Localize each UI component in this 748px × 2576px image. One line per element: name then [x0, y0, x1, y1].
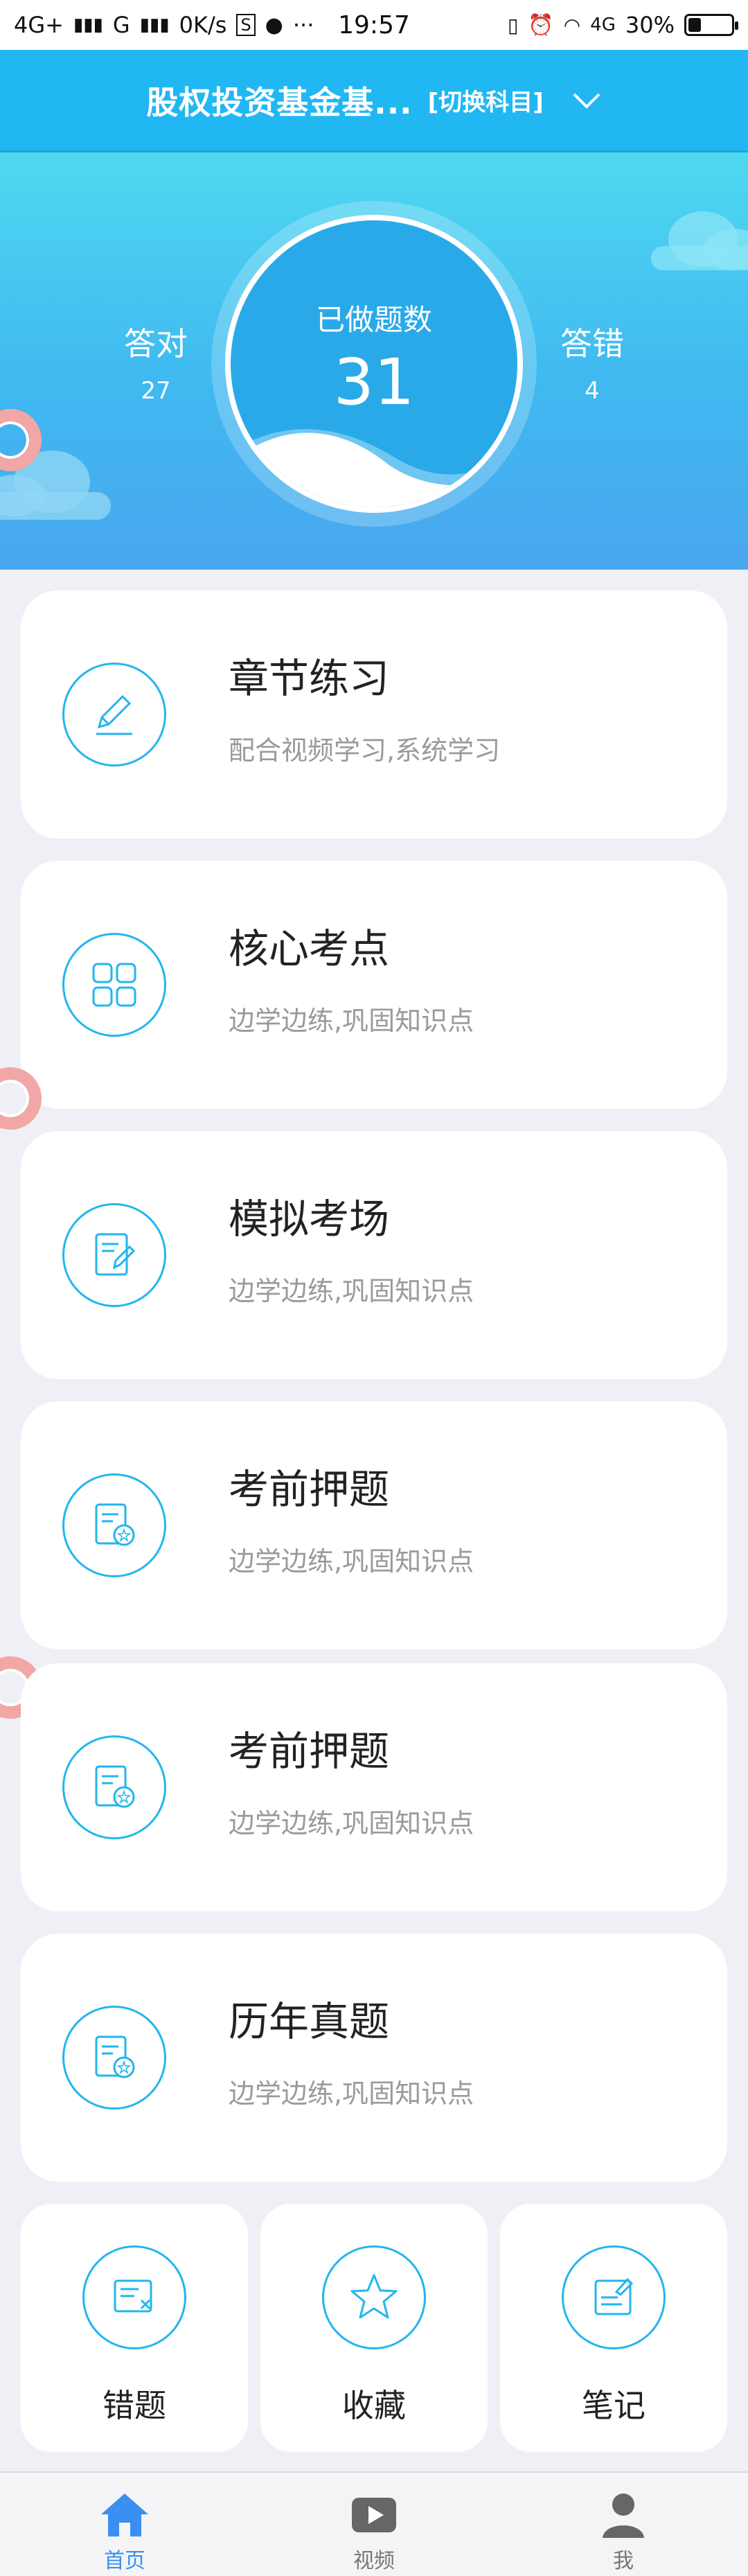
chevron-down-icon[interactable]: [571, 85, 602, 116]
vibrate-icon: ▯: [507, 13, 519, 37]
module-title: 考前押题: [229, 1728, 390, 1775]
wifi-icon: ◠: [563, 13, 581, 37]
battery-icon: [684, 14, 738, 36]
network-4g-right: 4G: [590, 15, 616, 35]
app-s-icon: S: [236, 14, 256, 36]
module-card-pre-exam-questions-2[interactable]: 考前押题 边学边练,巩固知识点: [21, 1663, 727, 1911]
more-dots: ···: [292, 12, 314, 38]
progress-hero: 答对 27 已做题数 31 答错 4: [0, 152, 748, 570]
qq-icon: ●: [265, 12, 283, 37]
status-right: ▯ ⏰ ◠ 4G 30%: [507, 12, 738, 38]
module-subtitle: 配合视频学习,系统学习: [229, 735, 501, 766]
status-bar: 4G+ ▮▮▮ G ▮▮▮ 0K/s S ● ··· 19:57 ▯ ⏰ ◠ 4…: [0, 0, 748, 50]
network-g: G: [112, 12, 130, 38]
module-card-chapter-practice[interactable]: 章节练习 配合视频学习,系统学习: [21, 590, 727, 839]
correct-stat: 答对 27: [87, 319, 225, 405]
battery-percent: 30%: [625, 12, 675, 38]
network-4g-plus: 4G+: [14, 12, 64, 38]
tab-label: 我: [613, 2549, 634, 2573]
battery-fill: [688, 18, 701, 32]
wrong-stat: 答错 4: [523, 319, 661, 405]
edit-doc-icon: [62, 1203, 166, 1307]
module-subtitle: 边学边练,巩固知识点: [229, 2078, 474, 2109]
cloud-decoration: [651, 211, 748, 270]
correct-label: 答对: [124, 325, 188, 362]
module-card-pre-exam-questions[interactable]: 考前押题 边学边练,巩固知识点: [21, 1401, 727, 1649]
grid-icon: [62, 933, 166, 1037]
module-card-past-exams[interactable]: 历年真题 边学边练,巩固知识点: [21, 1934, 727, 2182]
doc-badge-icon: [62, 1735, 166, 1839]
signal-bars-icon: ▮▮▮: [73, 15, 103, 35]
favorites-button[interactable]: 收藏: [260, 2204, 488, 2452]
done-label: 已做题数: [315, 303, 432, 337]
alarm-icon: ⏰: [528, 12, 554, 37]
module-subtitle: 边学边练,巩固知识点: [229, 1276, 474, 1306]
home-icon: [101, 2494, 148, 2536]
status-left: 4G+ ▮▮▮ G ▮▮▮ 0K/s S ● ···: [14, 12, 314, 38]
module-title: 历年真题: [229, 1998, 390, 2045]
wrong-doc-icon: [82, 2245, 186, 2349]
doc-badge-icon: [62, 2006, 166, 2110]
tab-home[interactable]: 首页: [0, 2473, 249, 2576]
progress-ring: 已做题数 31: [225, 215, 523, 513]
doc-badge-icon: [62, 1473, 166, 1577]
module-card-core-points[interactable]: 核心考点 边学边练,巩固知识点: [21, 861, 727, 1109]
tab-video[interactable]: 视频: [249, 2473, 499, 2576]
correct-value: 27: [141, 377, 171, 405]
signal-bars-icon: ▮▮▮: [139, 15, 170, 35]
tile-label: 笔记: [582, 2387, 645, 2424]
pencil-icon: [62, 663, 166, 766]
module-subtitle: 边学边练,巩固知识点: [229, 1006, 474, 1036]
wrong-questions-button[interactable]: 错题: [21, 2204, 248, 2452]
module-title: 模拟考场: [229, 1195, 390, 1243]
subject-title: 股权投资基金基...: [146, 83, 413, 121]
tile-label: 收藏: [342, 2387, 406, 2424]
module-title: 章节练习: [229, 655, 390, 702]
user-icon: [603, 2494, 644, 2538]
module-subtitle: 边学边练,巩固知识点: [229, 1808, 474, 1839]
module-subtitle: 边学边练,巩固知识点: [229, 1546, 474, 1577]
wrong-label: 答错: [560, 325, 624, 362]
tab-label: 视频: [353, 2549, 395, 2573]
net-speed: 0K/s: [179, 12, 227, 38]
note-icon: [562, 2245, 666, 2349]
tab-me[interactable]: 我: [499, 2473, 748, 2576]
tab-label: 首页: [104, 2549, 145, 2573]
wrong-value: 4: [585, 377, 600, 405]
module-title: 考前押题: [229, 1466, 390, 1513]
star-icon: [322, 2245, 426, 2349]
video-icon: [352, 2498, 396, 2532]
tile-label: 错题: [103, 2387, 166, 2424]
switch-subject-link[interactable]: [切换科目]: [428, 83, 544, 117]
bottom-tab-bar: 首页 视频 我: [0, 2471, 748, 2576]
notes-button[interactable]: 笔记: [500, 2204, 727, 2452]
module-card-mock-exam[interactable]: 模拟考场 边学边练,巩固知识点: [21, 1131, 727, 1379]
subject-header[interactable]: 股权投资基金基... [切换科目]: [0, 50, 748, 152]
module-title: 核心考点: [229, 925, 390, 972]
done-value: 31: [333, 345, 415, 419]
